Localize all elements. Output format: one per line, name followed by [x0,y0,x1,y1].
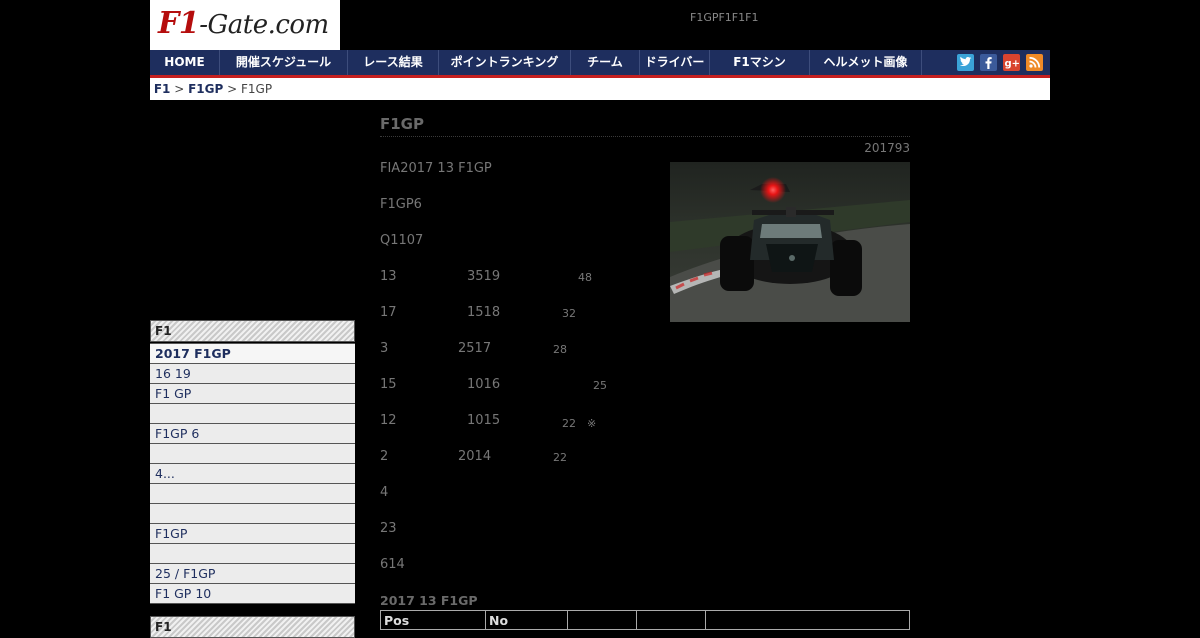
rss-icon[interactable] [1026,54,1043,71]
standings-points: 32 [562,307,576,320]
paragraph-text: 23 [380,521,397,536]
header-tagline: F1GPF1F1F1 [690,11,759,24]
table-header-driver [567,610,637,630]
sidebar-item[interactable]: 2017 F1GP [150,343,355,364]
paragraph-text: FIA2017 13 F1GP [380,161,492,176]
sidebar-item[interactable] [150,544,355,564]
standings-value: 3519 [467,269,501,284]
nav-team[interactable]: チーム [571,50,640,75]
main-nav: HOME 開催スケジュール レース結果 ポイントランキング チーム ドライバー … [150,50,1050,78]
sidebar-item[interactable] [150,444,355,464]
nav-ranking[interactable]: ポイントランキング [439,50,571,75]
nav-results[interactable]: レース結果 [348,50,439,75]
sidebar-item[interactable]: 16 19 [150,364,355,384]
breadcrumb-f1gp[interactable]: F1GP [188,82,223,96]
sidebar-heading: F1 [150,320,355,342]
breadcrumb-separator: > [174,82,185,96]
standings-line: 2 2014 22 [380,449,660,464]
sidebar-item[interactable] [150,504,355,524]
standings-position: 13 [380,269,397,284]
paragraph-text: F1GP6 [380,197,422,212]
article-paragraph: 614 [380,557,660,572]
sidebar-item[interactable] [150,484,355,504]
facebook-icon[interactable] [980,54,997,71]
standings-position: 17 [380,305,397,320]
article-paragraph: 4 [380,485,660,500]
standings-points: 22 [553,451,567,464]
sidebar-item[interactable]: F1GP 6 [150,424,355,444]
standings-line: 17 1518 32 [380,305,660,320]
standings-line: 15 1016 25 [380,377,660,392]
standings-value: 1518 [467,305,501,320]
standings-line: 3 2517 28 [380,341,660,356]
table-header-team [636,610,706,630]
breadcrumb-separator: > [227,82,238,96]
sidebar-list: 2017 F1GP 16 19 F1 GP F1GP 6 4... F1GP 2… [150,343,355,604]
svg-text:g+: g+ [1005,59,1021,70]
standings-line: 13 3519 48 [380,269,660,284]
standings-line: 12 1015 22 ※ [380,413,660,430]
breadcrumb: F1 > F1GP > F1GP [150,78,1050,100]
standings-value: 2014 [458,449,492,464]
sidebar-item[interactable]: F1 GP [150,384,355,404]
article-paragraph: 23 [380,521,660,536]
title-divider [380,136,910,137]
article-paragraph: FIA2017 13 F1GP [380,161,660,176]
sidebar-item[interactable]: 25 / F1GP [150,564,355,584]
sidebar-heading: F1 [150,616,355,638]
table-header-pos: Pos [380,610,486,630]
result-section-title: 2017 13 F1GP [380,593,478,608]
sidebar-item[interactable]: F1GP [150,524,355,544]
standings-value: 1016 [467,377,501,392]
paragraph-text: 4 [380,485,389,500]
article-title: F1GP [380,115,424,133]
nav-home[interactable]: HOME [150,50,220,75]
paragraph-text: Q1107 [380,233,424,248]
article-paragraph: F1GP6 [380,197,660,212]
article-paragraph: Q1107 [380,233,660,248]
standings-position: 15 [380,377,397,392]
page: F1-Gate.com F1GPF1F1F1 HOME 開催スケジュール レース… [150,0,1050,638]
standings-position: 12 [380,413,397,428]
nav-driver[interactable]: ドライバー [640,50,710,75]
table-header-no: No [485,610,568,630]
nav-schedule[interactable]: 開催スケジュール [220,50,348,75]
standings-points: 22 ※ [562,417,597,430]
nav-machine[interactable]: F1マシン [710,50,810,75]
nav-helmet[interactable]: ヘルメット画像 [810,50,922,75]
sidebar-item[interactable]: 4... [150,464,355,484]
paragraph-text: 614 [380,557,405,572]
sidebar-item[interactable] [150,404,355,424]
standings-points: 25 [593,379,607,392]
site-logo[interactable]: F1-Gate.com [150,0,340,50]
result-table: Pos No [380,610,910,630]
race-car-photo [670,162,910,322]
logo-rest: -Gate.com [199,10,329,40]
table-header-time [705,610,910,630]
article-date: 201793 [864,141,910,155]
breadcrumb-f1[interactable]: F1 [154,82,171,96]
google-plus-icon[interactable]: g+ [1003,54,1020,71]
table-header-row: Pos No [380,610,910,630]
breadcrumb-current: F1GP [241,82,273,96]
standings-value: 1015 [467,413,501,428]
logo-main: F1 [158,6,200,41]
standings-points: 48 [578,271,592,284]
standings-points: 28 [553,343,567,356]
sidebar-item[interactable]: F1 GP 10 [150,584,355,604]
standings-position: 2 [380,449,389,464]
standings-position: 3 [380,341,389,356]
standings-value: 2517 [458,341,492,356]
twitter-icon[interactable] [957,54,974,71]
logo-text[interactable]: F1-Gate.com [158,4,329,45]
